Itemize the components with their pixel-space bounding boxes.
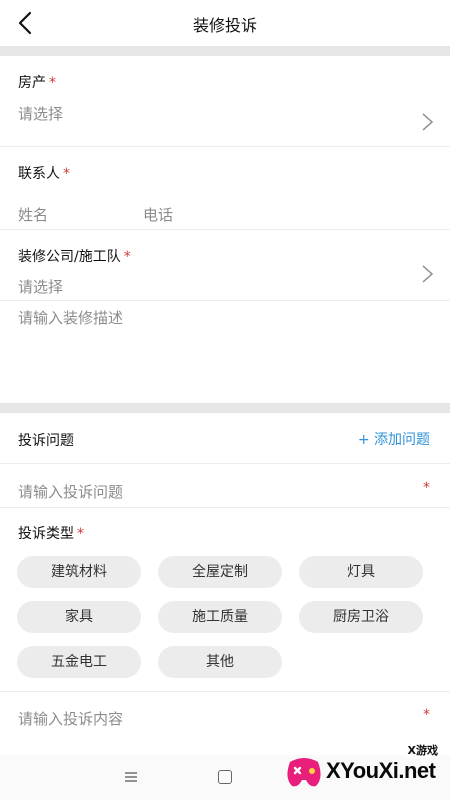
page-title: 装修投诉 xyxy=(192,16,257,35)
required-mark: * xyxy=(123,249,131,265)
required-mark: * xyxy=(63,166,70,182)
separator xyxy=(0,146,450,147)
type-option-chip[interactable]: 建筑材料 xyxy=(17,556,141,588)
complaint-problem-input[interactable]: 请输入投诉问题 xyxy=(18,481,123,502)
home-square-icon[interactable] xyxy=(218,770,232,784)
type-option-chip[interactable]: 灯具 xyxy=(299,556,423,588)
required-mark: * xyxy=(423,480,430,496)
top-bar: 装修投诉 xyxy=(0,0,450,46)
add-problem-button[interactable]: + 添加问题 xyxy=(358,429,430,449)
required-mark: * xyxy=(49,75,56,91)
property-label: 房产 * xyxy=(18,75,56,91)
contact-phone-input[interactable]: 电话 xyxy=(143,204,173,225)
menu-icon[interactable] xyxy=(124,771,138,783)
type-option-chip[interactable]: 施工质量 xyxy=(158,601,282,633)
required-mark: * xyxy=(423,707,430,723)
required-mark: * xyxy=(77,526,84,542)
complaint-content-input[interactable]: 请输入投诉内容 xyxy=(18,708,123,729)
separator xyxy=(0,463,450,464)
company-label: 装修公司/施工队 * xyxy=(18,249,131,265)
chevron-right-icon xyxy=(422,265,434,283)
complaint-problem-label: 投诉问题 xyxy=(18,433,74,449)
type-option-chip[interactable]: 五金电工 xyxy=(17,646,141,678)
separator xyxy=(0,507,450,508)
type-option-chip[interactable]: 厨房卫浴 xyxy=(299,601,423,633)
watermark-text: XYouXi.net xyxy=(326,758,436,783)
separator xyxy=(0,691,450,692)
watermark-badge: X游戏 xyxy=(405,742,440,758)
company-select[interactable]: 请选择 xyxy=(18,276,63,297)
complaint-type-label: 投诉类型 * xyxy=(18,526,84,542)
property-select[interactable]: 请选择 xyxy=(18,103,63,124)
section-divider xyxy=(0,403,450,413)
contact-name-input[interactable]: 姓名 xyxy=(18,204,48,225)
chevron-right-icon xyxy=(422,113,434,131)
gamepad-logo-icon xyxy=(287,758,321,787)
separator xyxy=(0,229,450,230)
contact-label: 联系人 * xyxy=(18,166,70,182)
type-option-chip[interactable]: 全屋定制 xyxy=(158,556,282,588)
type-option-chip[interactable]: 家具 xyxy=(17,601,141,633)
description-textarea[interactable]: 请输入装修描述 xyxy=(18,307,123,328)
separator xyxy=(0,300,450,301)
type-option-chip[interactable]: 其他 xyxy=(158,646,282,678)
section-divider xyxy=(0,46,450,56)
watermark: X游戏 XYouXi.net xyxy=(282,742,442,798)
